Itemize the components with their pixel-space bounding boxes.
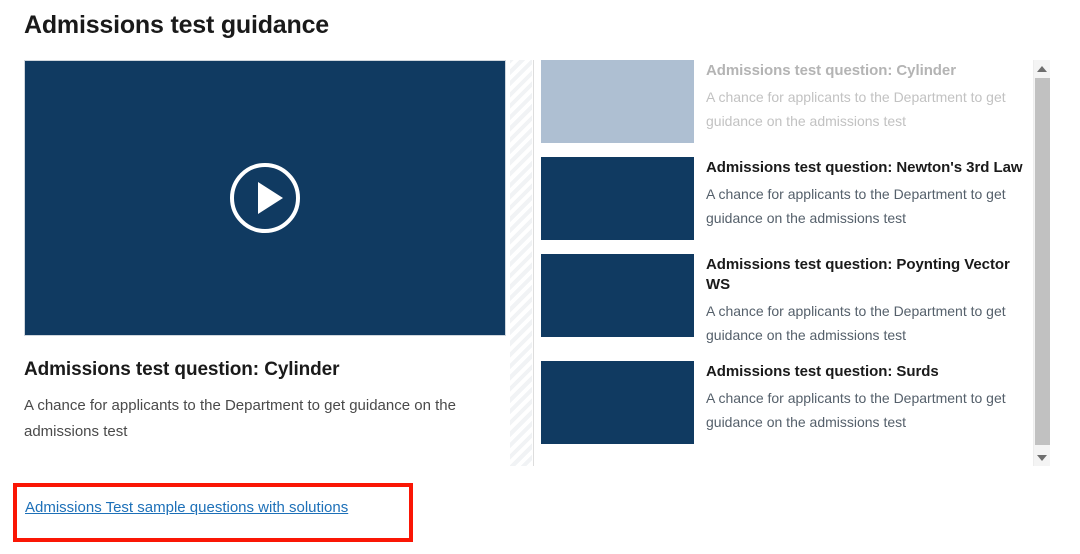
column-divider-line — [533, 60, 534, 466]
featured-video-panel: Admissions test question: Cylinder A cha… — [24, 60, 508, 445]
playlist-item-title: Admissions test question: Newton's 3rd L… — [706, 159, 1023, 176]
playlist-item-thumbnail[interactable] — [541, 157, 694, 240]
playlist-item-description: A chance for applicants to the Departmen… — [706, 89, 1006, 129]
chevron-down-icon — [1037, 454, 1047, 461]
scroll-down-button[interactable] — [1034, 449, 1050, 466]
playlist-item[interactable]: Admissions test question: Newton's 3rd L… — [541, 157, 1033, 254]
scroll-up-button[interactable] — [1034, 60, 1050, 77]
playlist-item[interactable]: Admissions test question: Cylinder A chan… — [541, 60, 1033, 157]
video-player[interactable] — [24, 60, 506, 336]
playlist-item-description: A chance for applicants to the Departmen… — [706, 303, 1006, 343]
playlist-item-text: Admissions test question: Surds A chance … — [706, 361, 1033, 434]
playlist-item-title: Admissions test question: Poynting Vecto… — [706, 256, 1010, 293]
playlist-item-text: Admissions test question: Poynting Vecto… — [706, 254, 1033, 347]
featured-video-title: Admissions test question: Cylinder — [24, 359, 340, 380]
sample-questions-link[interactable]: Admissions Test sample questions with so… — [25, 498, 348, 518]
scrollbar-thumb[interactable] — [1035, 78, 1050, 445]
play-circle-icon[interactable] — [228, 161, 302, 235]
playlist-item[interactable]: Admissions test question: Surds A chance … — [541, 361, 1033, 458]
playlist-item-title: Admissions test question: Surds — [706, 363, 939, 380]
playlist-item-text: Admissions test question: Newton's 3rd L… — [706, 157, 1033, 230]
playlist-item-description: A chance for applicants to the Departmen… — [706, 390, 1006, 430]
playlist-item-description: A chance for applicants to the Departmen… — [706, 186, 1006, 226]
playlist-item-thumbnail[interactable] — [541, 60, 694, 143]
video-playlist[interactable]: Admissions test question: Cylinder A chan… — [541, 60, 1033, 466]
featured-video-description: A chance for applicants to the Departmen… — [24, 397, 456, 440]
playlist-item-thumbnail[interactable] — [541, 361, 694, 444]
playlist-scrollbar[interactable] — [1033, 60, 1050, 466]
playlist-item-title: Admissions test question: Cylinder — [706, 62, 957, 79]
page-title: Admissions test guidance — [24, 11, 329, 39]
playlist-item[interactable]: Admissions test question: Poynting Vecto… — [541, 254, 1033, 361]
hatched-divider — [510, 60, 532, 466]
chevron-up-icon — [1037, 65, 1047, 72]
playlist-item-thumbnail[interactable] — [541, 254, 694, 337]
playlist-item-text: Admissions test question: Cylinder A chan… — [706, 60, 1033, 133]
playlist-items-container: Admissions test question: Cylinder A chan… — [541, 60, 1033, 458]
